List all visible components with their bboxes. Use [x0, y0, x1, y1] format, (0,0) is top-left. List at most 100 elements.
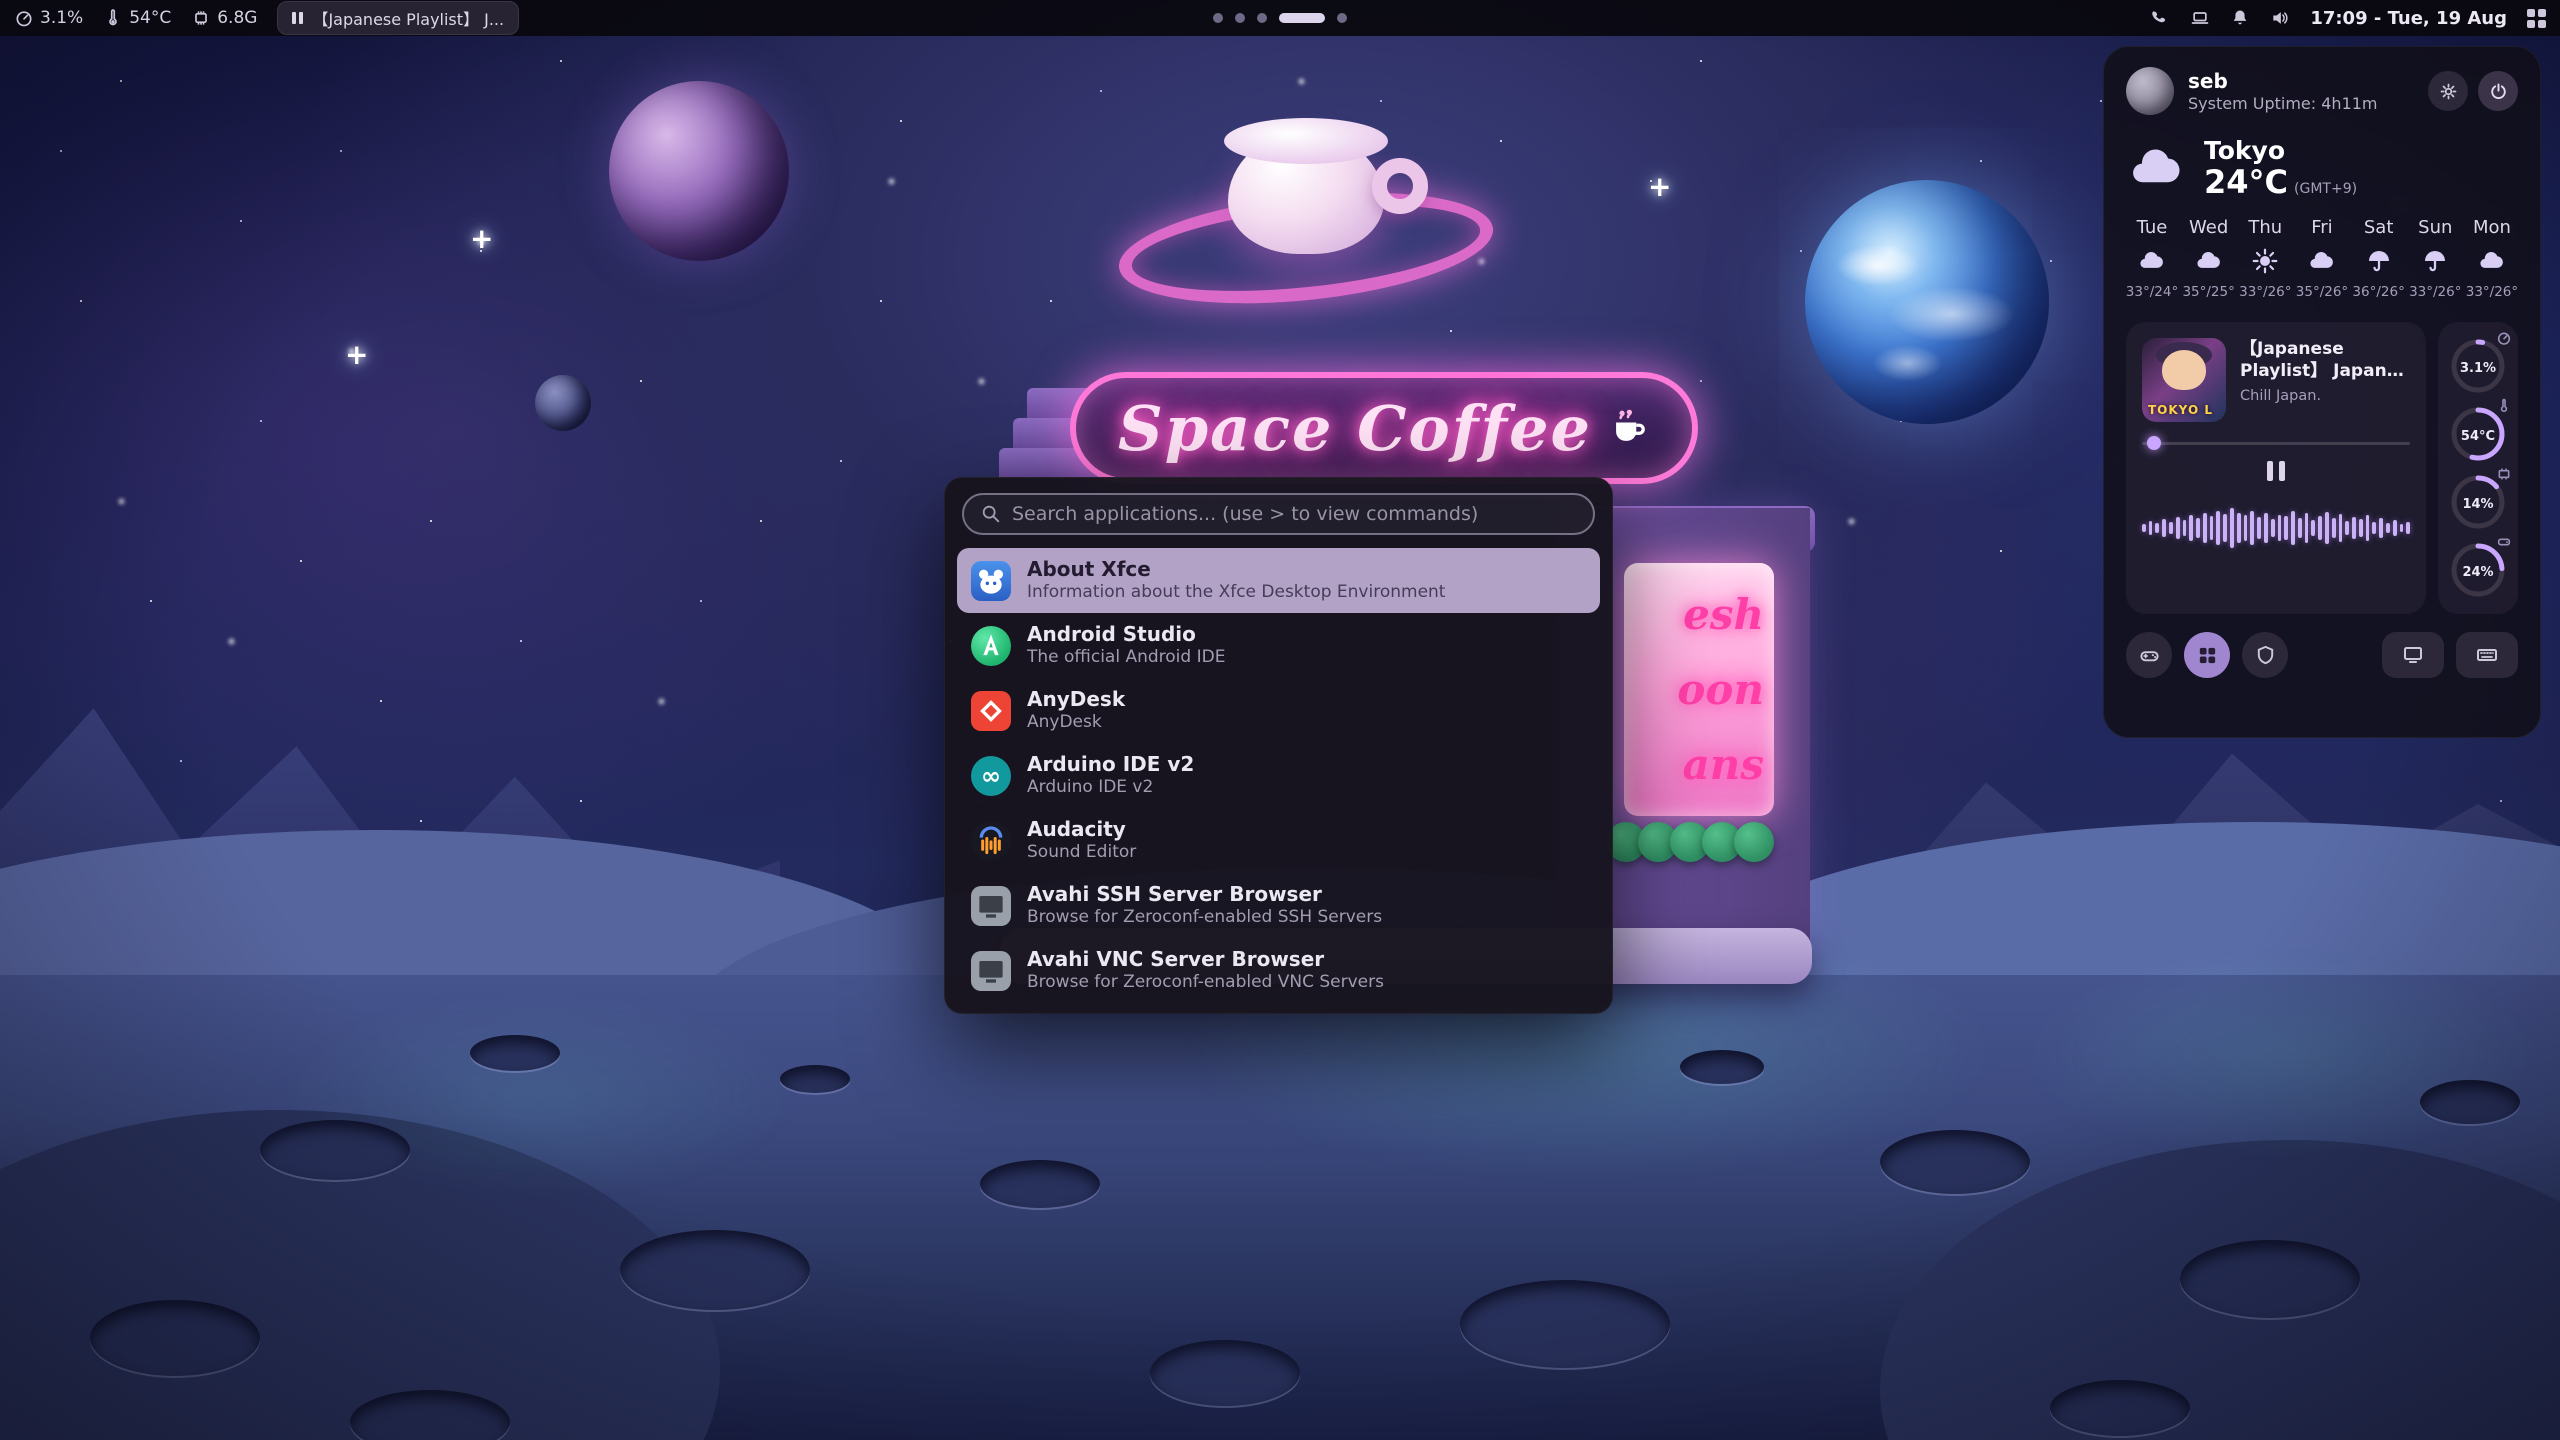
temperature-icon	[2496, 398, 2512, 414]
app-description: Browse for Zeroconf-enabled VNC Servers	[1027, 972, 1384, 993]
device-icon[interactable]	[2190, 8, 2210, 28]
shield-button[interactable]	[2242, 632, 2288, 678]
username: seb	[2188, 68, 2378, 94]
control-sidebar: seb System Uptime: 4h11m Tokyo 24°C(GMT+…	[2103, 46, 2541, 738]
thermometer-icon	[103, 8, 123, 28]
shield-icon	[2254, 644, 2277, 667]
app-icon-avahi-ssh	[971, 886, 1011, 926]
controller-button[interactable]	[2126, 632, 2172, 678]
memory-chip-icon	[191, 8, 211, 28]
cloud-icon	[2137, 246, 2167, 276]
pause-icon	[292, 12, 303, 24]
app-description: The official Android IDE	[1027, 647, 1225, 668]
app-icon-audacity	[971, 821, 1011, 861]
app-title: AnyDesk	[1027, 687, 1125, 712]
sign-text: Space Coffee	[1118, 392, 1592, 465]
temperature-value: 54°C	[129, 8, 171, 28]
app-item-arduino[interactable]: ∞ Arduino IDE v2 Arduino IDE v2	[957, 743, 1600, 808]
planet-small-moon	[535, 375, 591, 431]
disk-gauge: 24%	[2446, 536, 2510, 604]
clock[interactable]: 17:09 - Tue, 19 Aug	[2310, 8, 2507, 29]
system-stats-column: 3.1% 54°C 14% 24%	[2438, 322, 2518, 614]
app-grid-icon[interactable]	[2527, 9, 2546, 28]
window-neon-text: oon	[1677, 669, 1764, 711]
keyboard-icon	[2475, 643, 2499, 667]
pause-button[interactable]	[2259, 458, 2293, 484]
app-title: Android Studio	[1027, 622, 1225, 647]
progress-handle[interactable]	[2147, 436, 2161, 450]
workspace-dot[interactable]	[1235, 13, 1245, 23]
temperature-stat: 54°C	[103, 8, 171, 28]
gear-icon	[2438, 81, 2459, 102]
app-launcher: About Xfce Information about the Xfce De…	[944, 477, 1613, 1014]
workspace-dot[interactable]	[1337, 13, 1347, 23]
sun-icon	[2250, 246, 2280, 276]
sidebar-footer	[2126, 632, 2518, 678]
forecast-day: Wed 35°/25°	[2183, 217, 2235, 300]
app-description: Browse for Zeroconf-enabled SSH Servers	[1027, 907, 1382, 928]
app-icon-xfce	[971, 561, 1011, 601]
keyboard-button[interactable]	[2456, 632, 2518, 678]
memory-stat: 6.8G	[191, 8, 257, 28]
cpu-icon	[2496, 330, 2512, 346]
shop-window-neon: esh oon ans	[1624, 563, 1774, 816]
forecast-day: Mon 33°/26°	[2466, 217, 2518, 300]
media-pill-label: 【Japanese Playlist】 J...	[312, 6, 504, 30]
cloud-icon	[2194, 246, 2224, 276]
phone-icon[interactable]	[2150, 8, 2170, 28]
floating-cup-handle	[1372, 158, 1428, 214]
app-icon-arduino: ∞	[971, 756, 1011, 796]
power-icon	[2488, 81, 2509, 102]
forecast-row: Tue 33°/24° Wed 35°/25° Thu 33°/26° Fri …	[2126, 217, 2518, 300]
workspace-indicator[interactable]	[1213, 0, 1347, 36]
top-bar: 3.1% 54°C 6.8G 【Japanese Playlist】 J...	[0, 0, 2560, 36]
avatar	[2126, 67, 2174, 115]
search-bar[interactable]	[962, 493, 1595, 535]
uptime-label: System Uptime: 4h11m	[2188, 94, 2378, 115]
display-icon	[2401, 643, 2425, 667]
media-title: 【Japanese Playlist】 Japan All Night - To…	[2240, 338, 2410, 382]
app-description: Sound Editor	[1027, 842, 1136, 863]
memory-value: 6.8G	[217, 8, 257, 28]
memory-icon	[2496, 466, 2512, 482]
search-icon	[980, 503, 1002, 525]
app-title: Arduino IDE v2	[1027, 752, 1194, 777]
app-item-about-xfce[interactable]: About Xfce Information about the Xfce De…	[957, 548, 1600, 613]
temperature-gauge: 54°C	[2446, 400, 2510, 468]
bell-icon[interactable]	[2230, 8, 2250, 28]
apps-grid-icon	[2196, 644, 2219, 667]
weather-cloud-icon	[2126, 137, 2188, 199]
app-icon-anydesk	[971, 691, 1011, 731]
app-title: Avahi SSH Server Browser	[1027, 882, 1382, 907]
workspace-active-pill[interactable]	[1279, 13, 1325, 23]
settings-button[interactable]	[2428, 71, 2468, 111]
media-pill[interactable]: 【Japanese Playlist】 J...	[277, 1, 519, 35]
app-icon-android-studio	[971, 626, 1011, 666]
media-waveform	[2142, 492, 2410, 564]
sign-cup-icon	[1606, 406, 1650, 450]
apps-button[interactable]	[2184, 632, 2230, 678]
memory-gauge: 14%	[2446, 468, 2510, 536]
power-button[interactable]	[2478, 71, 2518, 111]
rain-umbrella-icon	[2364, 246, 2394, 276]
space-coffee-sign: Space Coffee	[1070, 372, 1698, 484]
app-item-android-studio[interactable]: Android Studio The official Android IDE	[957, 613, 1600, 678]
app-description: AnyDesk	[1027, 712, 1125, 733]
album-art: TOKYO L	[2142, 338, 2226, 422]
planet-purple	[609, 81, 789, 261]
display-button[interactable]	[2382, 632, 2444, 678]
app-item-anydesk[interactable]: AnyDesk AnyDesk	[957, 678, 1600, 743]
search-input[interactable]	[1012, 503, 1577, 525]
floating-cup-rim	[1224, 118, 1388, 164]
volume-icon[interactable]	[2270, 8, 2290, 28]
media-subtitle: Chill Japan.	[2240, 388, 2410, 404]
album-art-label: TOKYO L	[2148, 403, 2213, 417]
app-item-avahi-vnc[interactable]: Avahi VNC Server Browser Browse for Zero…	[957, 938, 1600, 1003]
app-item-audacity[interactable]: Audacity Sound Editor	[957, 808, 1600, 873]
workspace-dot[interactable]	[1257, 13, 1267, 23]
workspace-dot[interactable]	[1213, 13, 1223, 23]
app-description: Arduino IDE v2	[1027, 777, 1194, 798]
media-progress-slider[interactable]	[2142, 436, 2410, 450]
app-item-avahi-ssh[interactable]: Avahi SSH Server Browser Browse for Zero…	[957, 873, 1600, 938]
app-title: Audacity	[1027, 817, 1136, 842]
